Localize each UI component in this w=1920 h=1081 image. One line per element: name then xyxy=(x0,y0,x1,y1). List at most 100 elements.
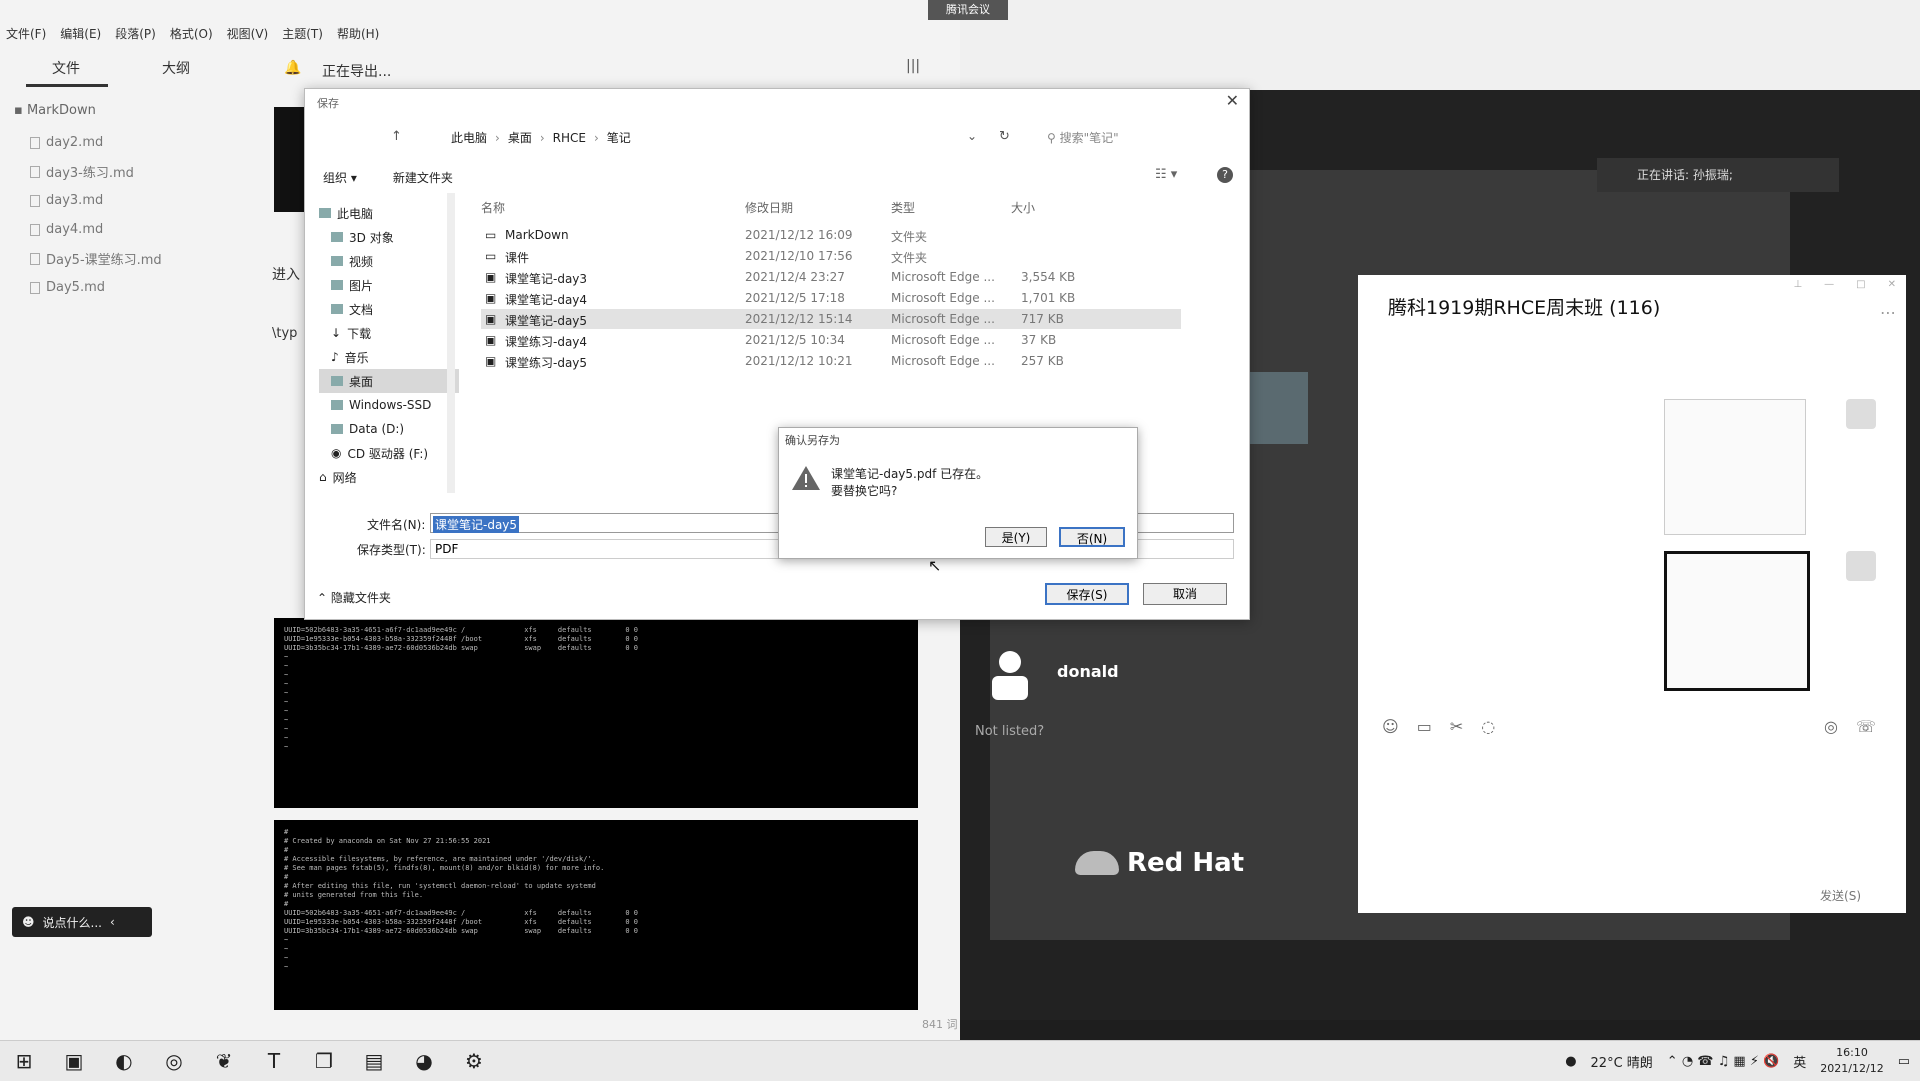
shared-image-thumbnail[interactable] xyxy=(1664,551,1810,691)
column-date[interactable]: 修改日期 xyxy=(745,199,793,216)
up-arrow-icon[interactable]: ↑ xyxy=(391,129,402,144)
menu-view[interactable]: 视图(V) xyxy=(227,22,269,46)
not-listed-link[interactable]: Not listed? xyxy=(975,724,1044,739)
breadcrumb-item[interactable]: 桌面 xyxy=(508,129,532,146)
word-count[interactable]: 841 词 xyxy=(922,1016,958,1032)
file-item[interactable]: day4.md xyxy=(30,215,162,244)
weather-icon[interactable]: ● xyxy=(1565,1054,1576,1069)
file-row[interactable]: ▣ 课堂笔记-day4 2021/12/5 17:18 Microsoft Edge … xyxy=(481,288,1181,308)
file-row[interactable]: ▭ 课件 2021/12/10 17:56 文件夹 xyxy=(481,246,1181,266)
menu-help[interactable]: 帮助(H) xyxy=(337,22,379,46)
photos-icon[interactable]: ▤ xyxy=(360,1047,388,1075)
nav-item[interactable]: ◉ CD 驱动器 (F:) xyxy=(319,441,459,465)
organize-button[interactable]: 组织 ▾ xyxy=(323,169,357,186)
new-folder-button[interactable]: 新建文件夹 xyxy=(393,169,453,186)
nav-scrollbar[interactable] xyxy=(447,193,455,493)
pin-icon[interactable]: ⊥ xyxy=(1793,279,1802,290)
editor-text[interactable]: 进入 xyxy=(272,264,300,284)
file-row[interactable]: ▣ 课堂练习-day4 2021/12/5 10:34 Microsoft Edge … xyxy=(481,330,1181,350)
edge-icon[interactable]: ◐ xyxy=(110,1047,138,1075)
drive-icon xyxy=(331,424,343,434)
menu-file[interactable]: 文件(F) xyxy=(6,22,46,46)
meeting-tab[interactable]: 腾讯会议 xyxy=(928,0,1008,20)
folder-markdown[interactable]: ▪ MarkDown xyxy=(14,103,96,118)
tab-outline[interactable]: 大纲 xyxy=(162,58,190,78)
nav-item[interactable]: 视频 xyxy=(319,249,459,273)
help-icon[interactable]: ? xyxy=(1217,167,1233,183)
tab-files[interactable]: 文件 xyxy=(52,58,80,78)
windows-start-icon[interactable]: ⊞ xyxy=(10,1047,38,1075)
shared-image-thumbnail[interactable] xyxy=(1664,399,1806,535)
search-input[interactable]: ⚲ 搜索"笔记" xyxy=(1047,129,1119,146)
file-item[interactable]: day2.md xyxy=(30,128,162,157)
more-icon[interactable]: ⋯ xyxy=(1880,303,1896,322)
nav-item[interactable]: 文档 xyxy=(319,297,459,321)
phone-icon[interactable]: ☏ xyxy=(1856,717,1876,736)
editor-text[interactable]: \typ xyxy=(272,326,297,341)
no-button[interactable]: 否(N) xyxy=(1059,527,1125,547)
user-avatar-icon[interactable] xyxy=(990,648,1030,702)
emoji-icon[interactable]: ☺ xyxy=(1382,717,1399,736)
nav-item[interactable]: Windows-SSD xyxy=(319,393,459,417)
nav-item[interactable]: ↓ 下载 xyxy=(319,321,459,345)
app-icon[interactable]: ▣ xyxy=(60,1047,88,1075)
nav-item[interactable]: ⌂ 网络 xyxy=(319,465,459,489)
weather-text[interactable]: 22°C 晴朗 xyxy=(1591,1052,1653,1071)
column-size[interactable]: 大小 xyxy=(1011,199,1035,216)
nav-item[interactable]: 此电脑 xyxy=(319,201,459,225)
notification-icon[interactable]: ▭ xyxy=(1898,1054,1910,1069)
yes-button[interactable]: 是(Y) xyxy=(985,527,1047,547)
chrome-icon[interactable]: ◎ xyxy=(160,1047,188,1075)
menu-edit[interactable]: 编辑(E) xyxy=(60,22,101,46)
ime-indicator[interactable]: 英 xyxy=(1793,1052,1806,1071)
send-button[interactable]: 发送(S) xyxy=(1820,887,1861,904)
column-name[interactable]: 名称 xyxy=(481,199,505,216)
file-item[interactable]: day3.md xyxy=(30,186,162,215)
breadcrumb-item[interactable]: 笔记 xyxy=(607,129,631,146)
chat-toolbar-right: ◎ ☏ xyxy=(1824,717,1876,736)
window-icon[interactable]: ❐ xyxy=(310,1047,338,1075)
menu-format[interactable]: 格式(O) xyxy=(170,22,213,46)
save-button[interactable]: 保存(S) xyxy=(1045,583,1129,605)
close-icon[interactable]: ✕ xyxy=(1888,279,1896,290)
view-options-icon[interactable]: ☷ ▾ xyxy=(1155,167,1177,182)
folder-icon[interactable]: ▭ xyxy=(1417,717,1432,736)
menu-paragraph[interactable]: 段落(P) xyxy=(115,22,156,46)
file-row[interactable]: ▣ 课堂笔记-day3 2021/12/4 23:27 Microsoft Edge … xyxy=(481,267,1181,287)
nav-item[interactable]: ♪ 音乐 xyxy=(319,345,459,369)
file-row[interactable]: ▣ 课堂笔记-day5 2021/12/12 15:14 Microsoft Edge… xyxy=(481,309,1181,329)
bird-icon[interactable]: ❦ xyxy=(210,1047,238,1075)
menu-theme[interactable]: 主题(T) xyxy=(282,22,323,46)
clock[interactable]: 16:10 2021/12/12 xyxy=(1820,1045,1883,1077)
nav-item[interactable]: 桌面 xyxy=(319,369,459,393)
file-item[interactable]: day3-练习.md xyxy=(30,157,162,186)
maximize-icon[interactable]: □ xyxy=(1856,279,1865,290)
hide-folders-toggle[interactable]: ⌃ 隐藏文件夹 xyxy=(317,589,391,606)
chevron-down-icon[interactable]: ⌄ xyxy=(967,129,977,143)
chat-bubble-icon[interactable]: ◌ xyxy=(1481,717,1495,736)
file-item[interactable]: Day5.md xyxy=(30,273,162,302)
app-icon[interactable]: ⚙ xyxy=(460,1047,488,1075)
chat-input-pill[interactable]: ☻ 说点什么... ‹ xyxy=(12,907,152,937)
refresh-icon[interactable]: ↻ xyxy=(999,129,1010,144)
nav-item[interactable]: 3D 对象 xyxy=(319,225,459,249)
tray-icons[interactable]: ⌃ ◔ ☎ ♫ ▦ ⚡ 🔇 xyxy=(1667,1054,1779,1069)
nav-item[interactable]: 图片 xyxy=(319,273,459,297)
breadcrumb-item[interactable]: RHCE xyxy=(553,131,586,145)
minimize-icon[interactable]: — xyxy=(1824,279,1834,290)
file-row[interactable]: ▣ 课堂练习-day5 2021/12/12 10:21 Microsoft Edge… xyxy=(481,351,1181,371)
file-item[interactable]: Day5-课堂练习.md xyxy=(30,244,162,273)
breadcrumb-item[interactable]: 此电脑 xyxy=(451,129,487,146)
word-count-icon[interactable]: ||| xyxy=(906,58,920,74)
nav-item[interactable]: Data (D:) xyxy=(319,417,459,441)
column-type[interactable]: 类型 xyxy=(891,199,915,216)
file-row[interactable]: ▭ MarkDown 2021/12/12 16:09 文件夹 xyxy=(481,225,1181,245)
scissors-icon[interactable]: ✂ xyxy=(1450,717,1463,736)
meeting-icon[interactable]: ◕ xyxy=(410,1047,438,1075)
bell-icon[interactable]: 🔔 xyxy=(284,60,301,76)
typora-icon[interactable]: T xyxy=(260,1047,288,1075)
cancel-button[interactable]: 取消 xyxy=(1143,583,1227,605)
login-user-name[interactable]: donald xyxy=(1057,662,1119,681)
close-icon[interactable]: ✕ xyxy=(1226,91,1239,110)
settings-icon[interactable]: ◎ xyxy=(1824,717,1838,736)
